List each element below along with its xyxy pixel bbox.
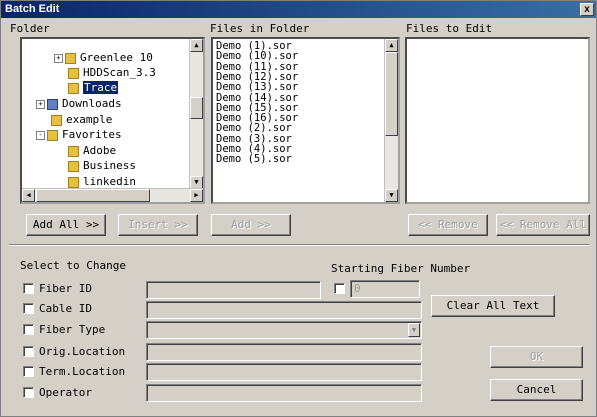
operator-label: Operator (39, 386, 92, 399)
close-button[interactable]: x (580, 3, 594, 16)
fiber-id-field[interactable] (146, 281, 321, 299)
cable-id-checkbox[interactable] (23, 303, 34, 314)
cancel-button[interactable]: Cancel (490, 379, 583, 401)
folder-icon (65, 52, 76, 64)
separator (9, 244, 589, 246)
operator-field[interactable] (146, 384, 422, 402)
folder-icon (47, 98, 58, 110)
tree-item-favorites[interactable]: - Favorites (36, 127, 122, 142)
tree-item-label: Favorites (62, 128, 122, 141)
add-button[interactable]: Add >> (211, 214, 291, 236)
scroll-up-icon[interactable]: ▲ (190, 39, 203, 52)
fiber-id-checkbox[interactable] (23, 283, 34, 294)
fiber-type-label: Fiber Type (39, 323, 106, 336)
folder-icon (68, 145, 79, 157)
expand-icon[interactable]: + (54, 53, 63, 63)
remove-button[interactable]: << Remove (408, 214, 488, 236)
tree-item-label: example (66, 113, 113, 126)
orig-location-field[interactable] (146, 343, 422, 361)
tree-item-greenlee[interactable]: + Greenlee 10 (54, 50, 153, 65)
scroll-up-icon[interactable]: ▲ (385, 39, 398, 52)
term-location-checkbox[interactable] (23, 366, 34, 377)
tree-item-label: Trace (83, 81, 119, 94)
tree-item-adobe[interactable]: Adobe (68, 143, 116, 158)
tree-item-label: Downloads (62, 97, 122, 110)
file-list-item[interactable]: Demo (14).sor (216, 92, 298, 103)
scroll-thumb[interactable] (385, 52, 398, 136)
ok-button[interactable]: OK (490, 346, 583, 368)
title-bar: Batch Edit x (1, 1, 596, 18)
tree-item-business[interactable]: Business (68, 158, 136, 173)
term-location-field[interactable] (146, 363, 422, 381)
file-list-item[interactable]: Demo (5).sor (216, 154, 292, 165)
fiber-type-combo[interactable]: ▼ (146, 321, 422, 339)
batch-edit-dialog: Batch Edit x Folder Files in Folder File… (0, 0, 597, 417)
folder-icon (68, 160, 79, 172)
tree-item-hddscan[interactable]: HDDScan_3.3 (68, 65, 156, 80)
starting-fiber-field[interactable]: 0 (350, 280, 420, 298)
tree-item-example[interactable]: example (51, 112, 112, 127)
tree-item-label: Adobe (83, 144, 117, 157)
add-all-button[interactable]: Add All >> (26, 214, 106, 236)
files-in-folder-label: Files in Folder (210, 22, 310, 35)
scroll-left-icon[interactable]: ◀ (22, 189, 35, 202)
cable-id-label: Cable ID (39, 302, 92, 315)
insert-button[interactable]: Insert >> (118, 214, 198, 236)
folder-hscroll[interactable]: ◀ ▶ (22, 188, 203, 202)
folder-label: Folder (10, 22, 50, 35)
file-list-item[interactable]: Demo (2).sor (216, 123, 292, 134)
remove-all-button[interactable]: << Remove All (496, 214, 590, 236)
orig-location-label: Orig.Location (39, 345, 126, 358)
chevron-down-icon[interactable]: ▼ (408, 323, 420, 337)
fiber-type-checkbox[interactable] (23, 324, 34, 335)
folder-tree[interactable]: + Greenlee 10 HDDScan_3.3 Trace + Download… (20, 37, 205, 204)
collapse-icon[interactable]: - (36, 130, 45, 140)
files-to-edit-list[interactable] (405, 37, 590, 204)
scroll-down-icon[interactable]: ▼ (385, 189, 398, 202)
folder-vscroll[interactable]: ▲ ▼ (189, 39, 203, 189)
scroll-right-icon[interactable]: ▶ (190, 189, 203, 202)
tree-item-label: HDDScan_3.3 (83, 66, 156, 79)
starting-fiber-label: Starting Fiber Number (331, 262, 471, 275)
starting-fiber-checkbox[interactable] (334, 283, 345, 294)
tree-item-trace[interactable]: Trace (68, 80, 119, 95)
operator-checkbox[interactable] (23, 387, 34, 398)
cable-id-field[interactable] (146, 301, 422, 319)
file-list-item[interactable]: Demo (10).sor (216, 51, 298, 62)
folder-icon (68, 82, 79, 94)
fiber-id-label: Fiber ID (39, 282, 92, 295)
folder-icon (51, 114, 62, 126)
files-to-edit-label: Files to Edit (406, 22, 493, 35)
folder-icon (47, 129, 58, 141)
clear-all-text-button[interactable]: Clear All Text (431, 295, 555, 317)
folder-icon (68, 176, 79, 188)
expand-icon[interactable]: + (36, 99, 45, 109)
tree-item-label: linkedin (83, 175, 136, 188)
tree-item-label: Greenlee 10 (80, 51, 153, 64)
tree-item-linkedin[interactable]: linkedin (68, 174, 136, 189)
orig-location-checkbox[interactable] (23, 346, 34, 357)
tree-item-downloads[interactable]: + Downloads (36, 96, 122, 111)
tree-item-label: Business (83, 159, 136, 172)
term-location-label: Term.Location (39, 365, 126, 378)
folder-icon (68, 67, 79, 79)
scroll-thumb[interactable] (190, 97, 203, 119)
files-vscroll[interactable]: ▲ ▼ (384, 39, 398, 202)
files-in-folder-list[interactable]: Demo (1).sor Demo (10).sor Demo (11).sor De… (211, 37, 400, 204)
select-to-change-label: Select to Change (20, 259, 126, 272)
scroll-thumb[interactable] (36, 189, 150, 202)
file-list-item[interactable]: Demo (13).sor (216, 82, 298, 93)
window-title: Batch Edit (5, 3, 60, 15)
